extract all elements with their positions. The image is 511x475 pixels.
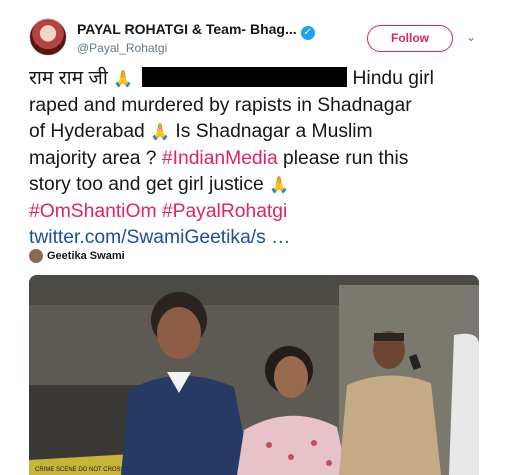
follow-button[interactable]: Follow [367,25,453,52]
hashtag-omshantiom[interactable]: #OmShantiOm [29,201,157,222]
hashtag-indianmedia[interactable]: #IndianMedia [162,148,278,169]
tweet-text-segment: राम राम जी [29,68,108,89]
redaction-bar [142,67,348,87]
chevron-down-icon[interactable]: ⌄ [466,30,476,44]
tweet-line-5: story too and get girl justice 🙏 [29,172,499,199]
author-name[interactable]: PAYAL ROHATGI & Team- Bhag... ✓ [77,21,315,40]
tweet-header: PAYAL ROHATGI & Team- Bhag... ✓ @Payal_Ro… [0,0,511,60]
tweet-text-segment: of Hyderabad [29,121,145,142]
tweet-line-3: of Hyderabad 🙏 Is Shadnagar a Muslim [29,119,499,146]
hashtag-payalrohatgi[interactable]: #PayalRohatgi [162,201,287,222]
tweet-text-segment: please run this [283,148,409,169]
tweet-photo[interactable]: CRIME SCENE DO NOT CROSS [29,275,479,475]
author-avatar[interactable] [29,18,67,56]
tweet-text-segment: Is Shadnagar a Muslim [175,121,373,142]
tweet-text-segment: story too and get girl justice [29,174,264,195]
photo-scene: CRIME SCENE DO NOT CROSS [29,275,479,475]
tweet-line-1: राम राम जी 🙏 Hindu girl [29,66,499,93]
author-handle[interactable]: @Payal_Rohatgi [77,41,167,55]
folded-hands-emoji: 🙏 [113,71,134,88]
folded-hands-emoji: 🙏 [269,177,289,194]
tweet-link[interactable]: twitter.com/SwamiGeetika/s … [29,225,499,251]
verified-badge-icon: ✓ [300,26,315,40]
tweet-line-4: majority area ? #IndianMedia please run … [29,146,499,172]
credit-avatar [29,249,43,263]
tweet-line-6: #OmShantiOm #PayalRohatgi [29,199,499,225]
crime-scene-tape-text: CRIME SCENE DO NOT CROSS [35,467,125,473]
tweet-line-2: raped and murdered by rapists in Shadnag… [29,95,412,116]
author-name-text[interactable]: PAYAL ROHATGI & Team- Bhag... [77,21,297,37]
tweet-text: राम राम जी 🙏 Hindu girl raped and murder… [29,66,499,251]
folded-hands-emoji: 🙏 [150,124,171,141]
tweet-text-segment: Hindu girl [352,68,434,89]
tweet-text-segment: majority area ? [29,148,157,169]
credit-name[interactable]: Geetika Swami [47,250,125,262]
